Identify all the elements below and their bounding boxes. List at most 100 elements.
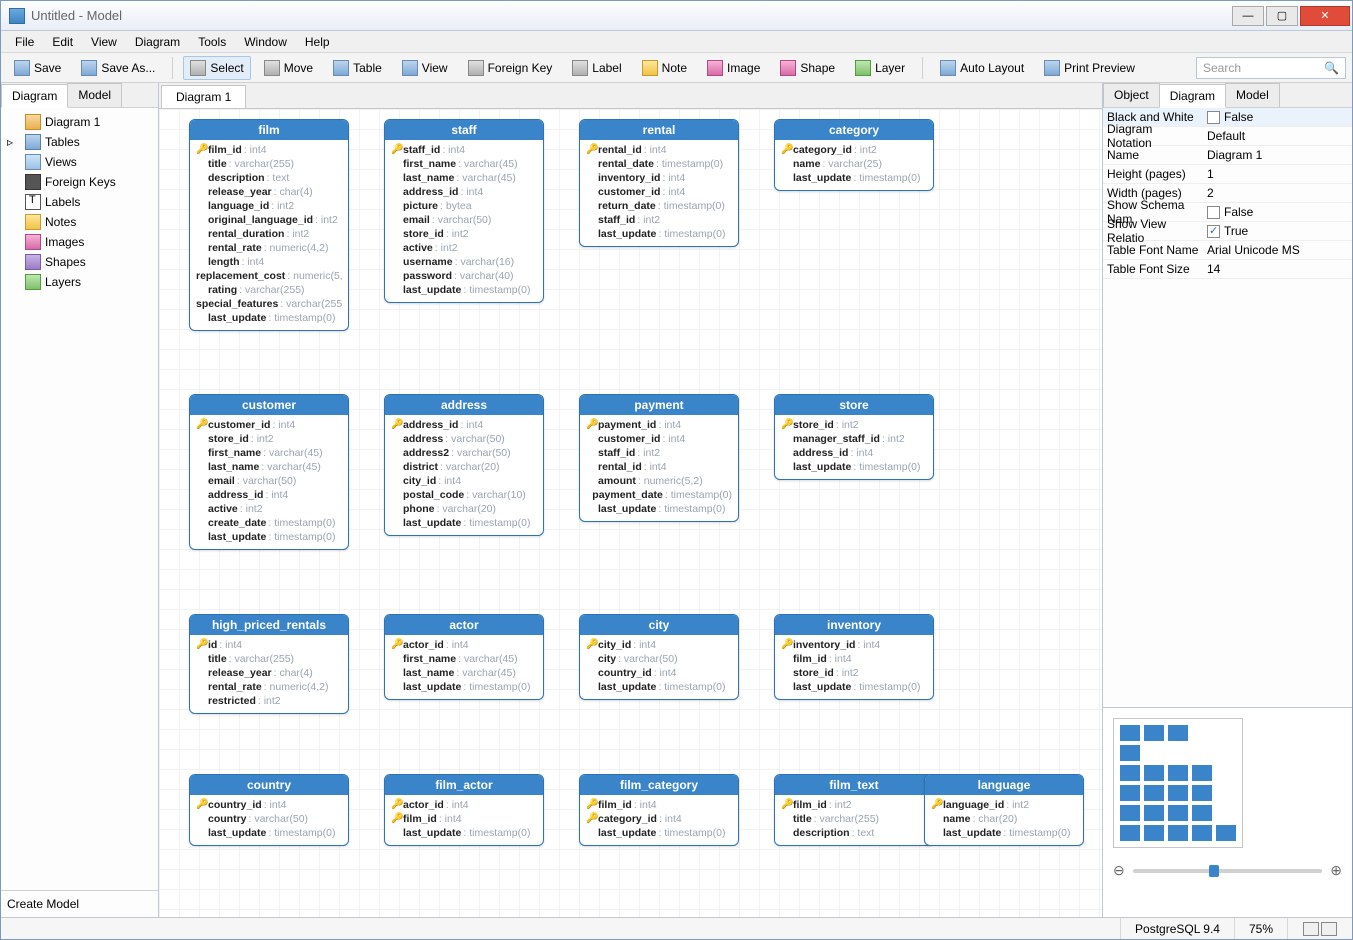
tree-node-shapes[interactable]: Shapes (5, 252, 154, 272)
er-table-language[interactable]: language🔑language_id: int2name: char(20)… (924, 774, 1084, 846)
tree-node-foreign-keys[interactable]: Foreign Keys (5, 172, 154, 192)
er-column[interactable]: 🔑staff_id: int4 (391, 143, 537, 157)
er-column[interactable]: film_id: int4 (781, 652, 927, 666)
er-column[interactable]: store_id: int2 (196, 432, 342, 446)
minimize-button[interactable]: — (1232, 6, 1264, 26)
er-column[interactable]: 🔑film_id: int2 (781, 798, 927, 812)
er-column[interactable]: country_id: int4 (586, 666, 732, 680)
er-column[interactable]: release_year: char(4) (196, 666, 342, 680)
auto-layout-button[interactable]: Auto Layout (933, 56, 1031, 80)
er-column[interactable]: address: varchar(50) (391, 432, 537, 446)
tree-node-labels[interactable]: Labels (5, 192, 154, 212)
checkbox-icon[interactable] (1207, 225, 1220, 238)
er-column[interactable]: amount: numeric(5,2) (586, 474, 732, 488)
er-column[interactable]: postal_code: varchar(10) (391, 488, 537, 502)
er-column[interactable]: 🔑actor_id: int4 (391, 638, 537, 652)
er-table-country[interactable]: country🔑country_id: int4country: varchar… (189, 774, 349, 846)
close-button[interactable]: ✕ (1300, 6, 1350, 26)
view-tool-button[interactable]: View (395, 56, 455, 80)
prop-font-size-val[interactable]: 14 (1203, 260, 1352, 278)
move-tool-button[interactable]: Move (257, 56, 320, 80)
prop-width-val[interactable]: 2 (1203, 184, 1352, 202)
tab-model[interactable]: Model (67, 83, 122, 107)
er-column[interactable]: last_update: timestamp(0) (196, 530, 342, 544)
er-table-film_category[interactable]: film_category🔑film_id: int4🔑category_id:… (579, 774, 739, 846)
er-table-payment[interactable]: payment🔑payment_id: int4customer_id: int… (579, 394, 739, 522)
menu-window[interactable]: Window (236, 33, 295, 51)
prop-show-view-val[interactable]: True (1203, 222, 1352, 240)
er-table-rental[interactable]: rental🔑rental_id: int4rental_date: times… (579, 119, 739, 247)
foreign-key-tool-button[interactable]: Foreign Key (461, 56, 560, 80)
select-tool-button[interactable]: Select (183, 56, 250, 80)
er-column[interactable]: rental_date: timestamp(0) (586, 157, 732, 171)
er-column[interactable]: last_update: timestamp(0) (391, 283, 537, 297)
er-column[interactable]: store_id: int2 (781, 666, 927, 680)
er-column[interactable]: last_update: timestamp(0) (931, 826, 1077, 840)
er-column[interactable]: last_update: timestamp(0) (586, 680, 732, 694)
er-column[interactable]: 🔑rental_id: int4 (586, 143, 732, 157)
er-column[interactable]: description: text (196, 171, 342, 185)
er-column[interactable]: phone: varchar(20) (391, 502, 537, 516)
er-column[interactable]: rental_id: int4 (586, 460, 732, 474)
minimap[interactable] (1113, 718, 1243, 848)
er-column[interactable]: last_update: timestamp(0) (586, 826, 732, 840)
tree-node-diagram[interactable]: Diagram 1 (5, 112, 154, 132)
tree-node-layers[interactable]: Layers (5, 272, 154, 292)
er-column[interactable]: rental_rate: numeric(4,2) (196, 680, 342, 694)
tree-node-views[interactable]: Views (5, 152, 154, 172)
er-column[interactable]: first_name: varchar(45) (391, 157, 537, 171)
er-table-film_actor[interactable]: film_actor🔑actor_id: int4🔑film_id: int4l… (384, 774, 544, 846)
er-column[interactable]: last_update: timestamp(0) (781, 680, 927, 694)
tab-diagram-props[interactable]: Diagram (1159, 84, 1226, 108)
er-table-category[interactable]: category🔑category_id: int2name: varchar(… (774, 119, 934, 191)
er-column[interactable]: last_name: varchar(45) (391, 171, 537, 185)
er-column[interactable]: 🔑payment_id: int4 (586, 418, 732, 432)
status-view-toggles[interactable] (1287, 918, 1352, 939)
er-column[interactable]: 🔑inventory_id: int4 (781, 638, 927, 652)
search-input[interactable]: Search 🔍 (1196, 57, 1346, 79)
er-column[interactable]: store_id: int2 (391, 227, 537, 241)
er-column[interactable]: active: int2 (196, 502, 342, 516)
shape-tool-button[interactable]: Shape (773, 56, 842, 80)
table-tool-button[interactable]: Table (326, 56, 389, 80)
er-column[interactable]: city_id: int4 (391, 474, 537, 488)
menu-diagram[interactable]: Diagram (127, 33, 188, 51)
prop-height-val[interactable]: 1 (1203, 165, 1352, 183)
er-column[interactable]: payment_date: timestamp(0) (586, 488, 732, 502)
er-column[interactable]: last_name: varchar(45) (196, 460, 342, 474)
er-column[interactable]: 🔑category_id: int4 (586, 812, 732, 826)
doc-tab-diagram1[interactable]: Diagram 1 (161, 85, 246, 108)
print-preview-button[interactable]: Print Preview (1037, 56, 1142, 80)
er-table-staff[interactable]: staff🔑staff_id: int4first_name: varchar(… (384, 119, 544, 303)
create-model-link[interactable]: Create Model (1, 890, 158, 917)
er-column[interactable]: language_id: int2 (196, 199, 342, 213)
tree-node-notes[interactable]: Notes (5, 212, 154, 232)
er-column[interactable]: picture: bytea (391, 199, 537, 213)
er-column[interactable]: first_name: varchar(45) (196, 446, 342, 460)
er-column[interactable]: 🔑address_id: int4 (391, 418, 537, 432)
zoom-in-icon[interactable]: ⊕ (1330, 862, 1342, 879)
er-column[interactable]: special_features: varchar(255) (196, 297, 342, 311)
er-column[interactable]: first_name: varchar(45) (391, 652, 537, 666)
er-column[interactable]: last_update: timestamp(0) (391, 826, 537, 840)
er-column[interactable]: release_year: char(4) (196, 185, 342, 199)
view-mode-icon[interactable] (1303, 922, 1319, 936)
er-column[interactable]: 🔑id: int4 (196, 638, 342, 652)
save-as-button[interactable]: Save As... (74, 56, 162, 80)
zoom-out-icon[interactable]: ⊖ (1113, 862, 1125, 879)
er-column[interactable]: title: varchar(255) (196, 157, 342, 171)
er-column[interactable]: last_update: timestamp(0) (391, 516, 537, 530)
er-column[interactable]: address_id: int4 (781, 446, 927, 460)
er-table-city[interactable]: city🔑city_id: int4city: varchar(50)count… (579, 614, 739, 700)
prop-font-name-val[interactable]: Arial Unicode MS (1203, 241, 1352, 259)
er-column[interactable]: rating: varchar(255) (196, 283, 342, 297)
er-column[interactable]: address_id: int4 (391, 185, 537, 199)
er-table-actor[interactable]: actor🔑actor_id: int4first_name: varchar(… (384, 614, 544, 700)
prop-show-schema-val[interactable]: False (1203, 203, 1352, 221)
er-column[interactable]: 🔑film_id: int4 (586, 798, 732, 812)
menu-help[interactable]: Help (297, 33, 338, 51)
er-column[interactable]: staff_id: int2 (586, 213, 732, 227)
er-column[interactable]: manager_staff_id: int2 (781, 432, 927, 446)
er-column[interactable]: 🔑customer_id: int4 (196, 418, 342, 432)
view-mode-icon[interactable] (1321, 922, 1337, 936)
